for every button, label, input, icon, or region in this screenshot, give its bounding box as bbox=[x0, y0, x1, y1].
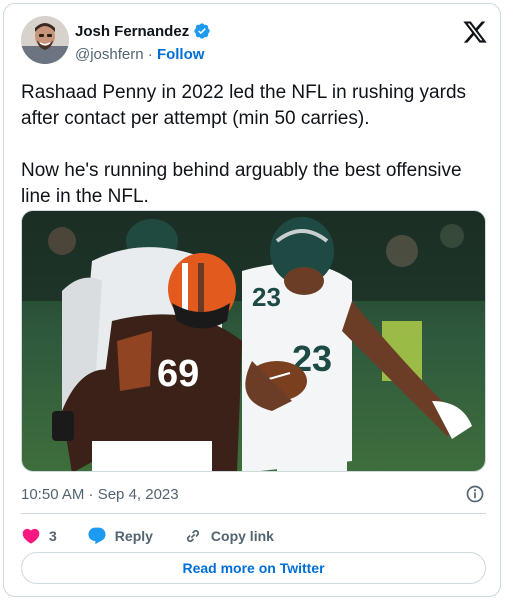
tweet-card: Josh Fernandez @joshfern · Follow Rashaa… bbox=[3, 3, 501, 597]
x-logo-icon[interactable] bbox=[462, 19, 488, 45]
tweet-timestamp[interactable]: 10:50 AM · Sep 4, 2023 bbox=[21, 486, 179, 503]
like-count: 3 bbox=[49, 528, 57, 544]
heart-icon bbox=[22, 528, 40, 544]
author-name-row: Josh Fernandez bbox=[75, 22, 211, 40]
read-more-label: Read more on Twitter bbox=[182, 560, 325, 576]
tweet-text: Rashaad Penny in 2022 led the NFL in rus… bbox=[21, 82, 467, 207]
verified-badge-icon bbox=[194, 23, 210, 39]
author-display-name[interactable]: Josh Fernandez bbox=[75, 23, 189, 40]
link-icon bbox=[186, 529, 199, 543]
tweet-actions: 3 Reply Copy link bbox=[21, 524, 304, 548]
reply-label: Reply bbox=[114, 528, 153, 544]
tweet-media-photo[interactable]: 69 23 23 bbox=[21, 210, 486, 472]
reply-button[interactable]: Reply bbox=[87, 526, 153, 546]
like-button[interactable]: 3 bbox=[21, 526, 57, 546]
separator-dot: · bbox=[147, 46, 153, 63]
copy-link-label: Copy link bbox=[210, 528, 274, 544]
info-icon[interactable] bbox=[465, 484, 485, 504]
divider bbox=[21, 513, 486, 514]
author-handle[interactable]: @joshfern bbox=[75, 46, 144, 63]
football-photo: 69 23 23 bbox=[22, 211, 485, 471]
read-more-button[interactable]: Read more on Twitter bbox=[21, 552, 486, 584]
copy-link-button[interactable]: Copy link bbox=[183, 526, 274, 546]
avatar-photo bbox=[21, 16, 69, 64]
avatar[interactable] bbox=[21, 16, 69, 64]
author-handle-row: @joshfern · Follow bbox=[75, 46, 204, 63]
follow-button[interactable]: Follow bbox=[157, 46, 205, 63]
right-player-shoulder-number: 23 bbox=[252, 282, 281, 312]
reply-bubble-icon bbox=[88, 527, 106, 545]
left-player-jersey-number: 69 bbox=[157, 353, 199, 395]
